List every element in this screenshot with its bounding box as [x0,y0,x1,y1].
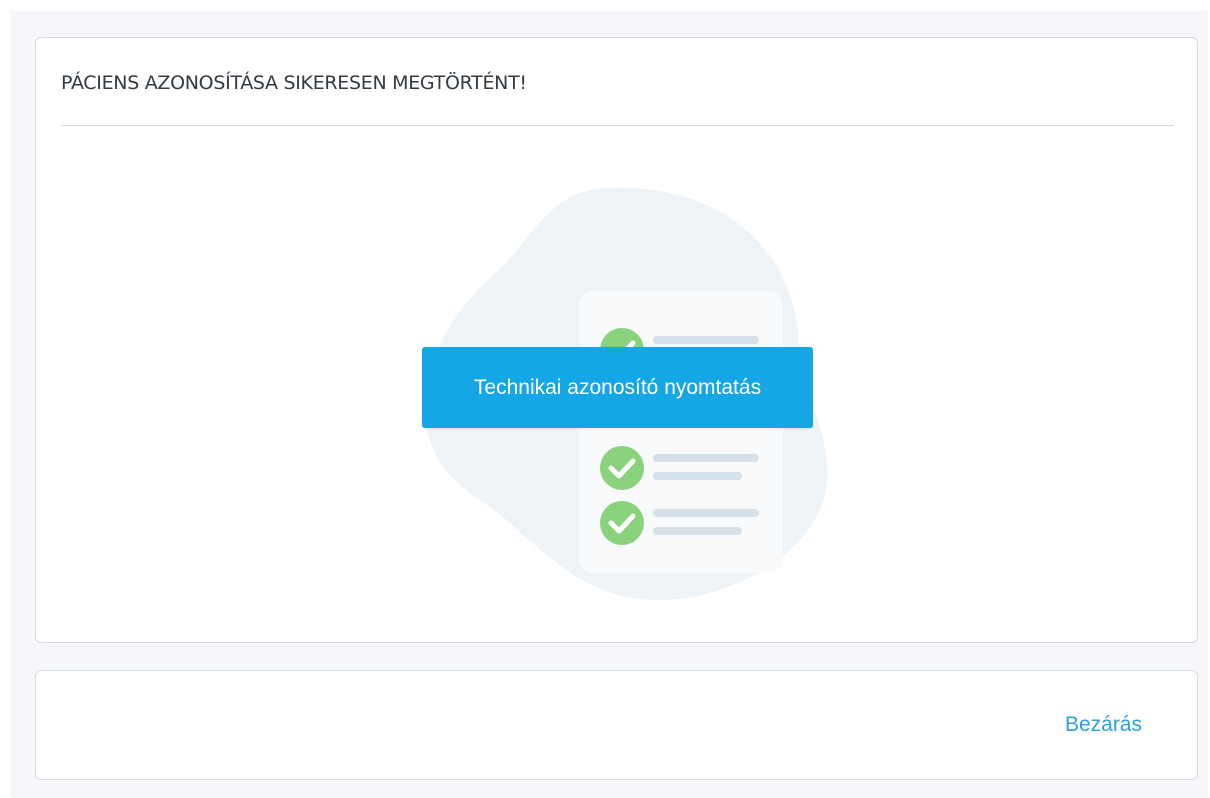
title-divider [61,125,1174,126]
dialog-content-card: PÁCIENS AZONOSÍTÁSA SIKERESEN MEGTÖRTÉNT… [35,37,1198,643]
dialog-title: PÁCIENS AZONOSÍTÁSA SIKERESEN MEGTÖRTÉNT… [61,72,527,94]
dialog-footer: Bezárás [35,670,1198,780]
close-button[interactable]: Bezárás [1065,713,1142,737]
print-technical-id-button[interactable]: Technikai azonosító nyomtatás [422,347,813,428]
